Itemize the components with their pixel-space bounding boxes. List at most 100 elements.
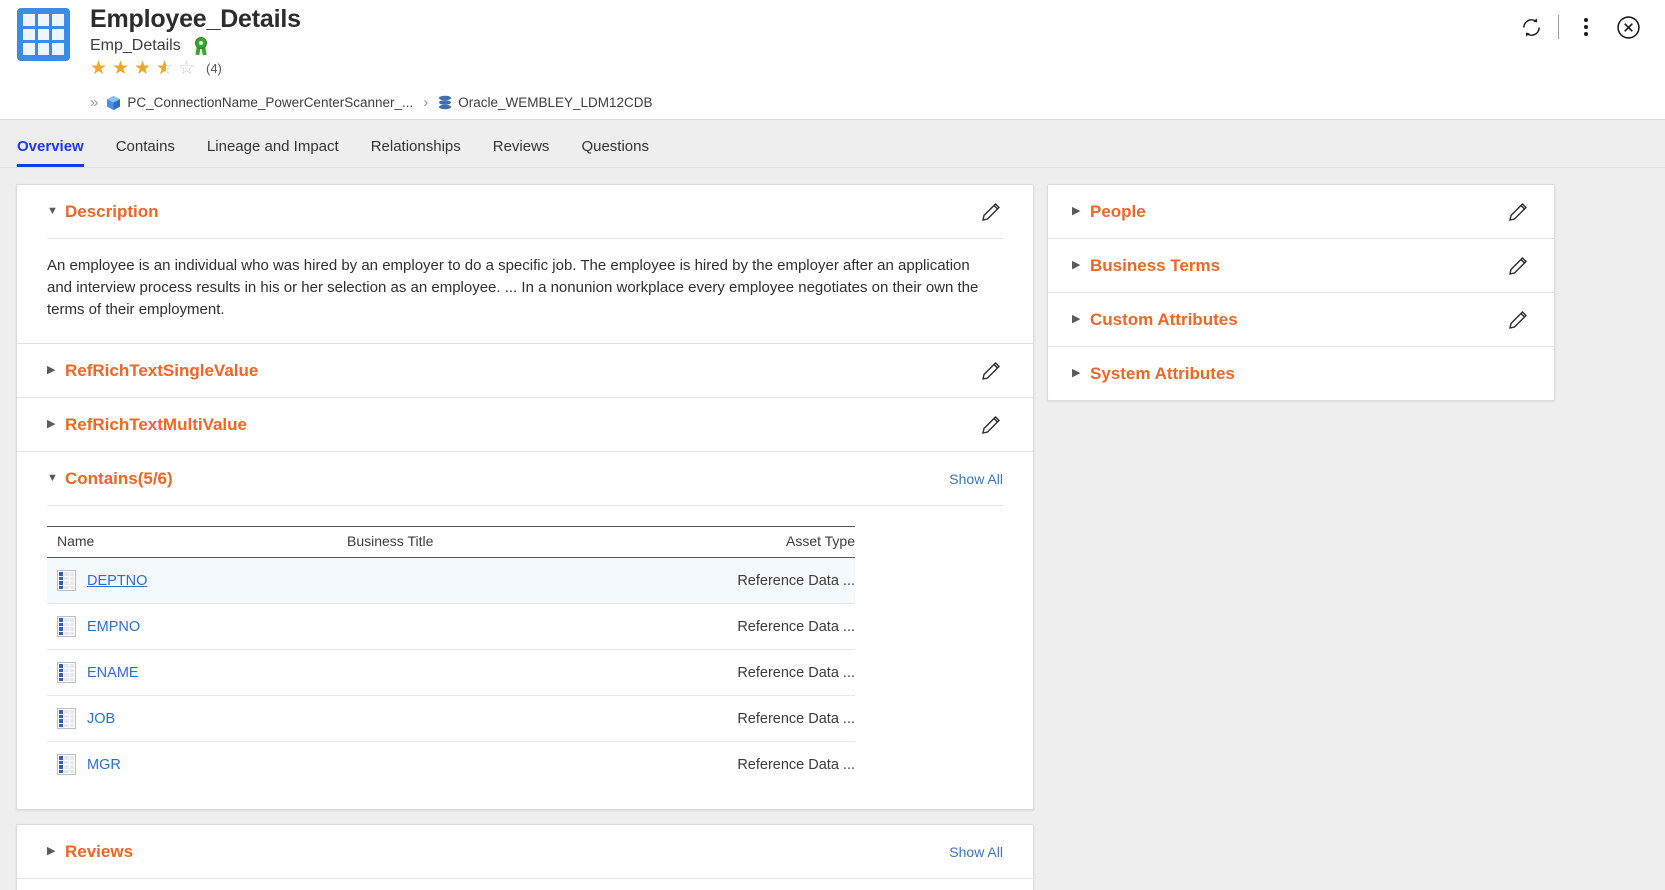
edit-people-icon[interactable] [1506,200,1530,224]
side-section-system-attributes-title[interactable]: System Attributes [1090,364,1235,384]
section-description-header[interactable]: ▼ Description [47,185,1003,238]
side-panel-card: ▶ People ▶ Business Terms ▶ Custom Attri… [1047,184,1555,401]
tab-lineage-and-impact[interactable]: Lineage and Impact [191,138,355,167]
cell-asset-type: Reference Data ... [717,649,855,696]
more-options-icon[interactable] [1565,8,1607,46]
side-section-business-terms-title[interactable]: Business Terms [1090,256,1220,276]
database-icon [438,95,452,111]
section-reviews-header[interactable]: ▶ Reviews Show All [47,825,1003,878]
asset-subtitle: Emp_Details [90,37,181,54]
side-section-people-header[interactable]: ▶ People [1072,185,1530,238]
page-body: ▼ Description An employee is an individu… [0,168,1665,890]
table-row[interactable]: DEPTNO Reference Data ... [47,557,855,604]
breadcrumb-item-connection[interactable]: PC_ConnectionName_PowerCenterScanner_... [106,95,413,111]
star-rating[interactable]: ★ ★ ★ ☆ ★ ☆ (4) [90,59,301,78]
side-section-system-attributes-header[interactable]: ▶ System Attributes [1072,347,1530,400]
side-section-people-title[interactable]: People [1090,202,1146,222]
reviews-questions-card: ▶ Reviews Show All ▶ Questions Show All [16,824,1034,890]
tab-contains[interactable]: Contains [100,138,191,167]
divider [1558,15,1559,39]
breadcrumb-label-connection: PC_ConnectionName_PowerCenterScanner_... [127,95,414,110]
table-row[interactable]: ENAME Reference Data ... [47,649,855,696]
column-icon [57,708,76,729]
side-panel: ▶ People ▶ Business Terms ▶ Custom Attri… [1047,184,1555,401]
section-questions-header[interactable]: ▶ Questions Show All [47,879,1003,890]
side-section-business-terms: ▶ Business Terms [1048,238,1554,292]
close-icon[interactable] [1607,8,1649,46]
section-questions: ▶ Questions Show All [17,878,1033,890]
chevron-down-icon[interactable]: ▼ [47,473,65,484]
main-column: ▼ Description An employee is an individu… [16,184,1034,890]
asset-link-ename[interactable]: ENAME [87,665,139,681]
title-block: Employee_Details Emp_Details ★ ★ ★ ☆ ★ ☆ … [90,4,301,78]
asset-link-job[interactable]: JOB [87,711,115,727]
column-icon [57,662,76,683]
side-section-business-terms-header[interactable]: ▶ Business Terms [1072,239,1530,292]
chevron-right-icon[interactable]: ▶ [1072,368,1090,379]
subtitle-row: Emp_Details [90,37,301,56]
column-header-asset-type[interactable]: Asset Type [717,526,855,558]
cell-asset-type: Reference Data ... [717,557,855,604]
cell-business-title [347,557,717,604]
chevron-right-icon[interactable]: ▶ [1072,260,1090,271]
tab-bar: Overview Contains Lineage and Impact Rel… [0,120,1665,168]
chevron-right-icon[interactable]: ▶ [47,419,65,430]
cube-icon [106,95,121,111]
star-icon-2[interactable]: ★ [112,59,132,78]
side-section-custom-attributes-header[interactable]: ▶ Custom Attributes [1072,293,1530,346]
table-grid-icon [17,8,70,61]
asset-link-deptno[interactable]: DEPTNO [87,573,147,589]
section-ref-multi-title[interactable]: RefRichTextMultiValue [65,415,247,435]
table-row[interactable]: EMPNO Reference Data ... [47,603,855,650]
asset-link-mgr[interactable]: MGR [87,757,121,773]
star-icon-1[interactable]: ★ [90,59,110,78]
chevron-right-icon[interactable]: ▶ [1072,314,1090,325]
tab-reviews[interactable]: Reviews [477,138,566,167]
asset-link-empno[interactable]: EMPNO [87,619,140,635]
cell-asset-type: Reference Data ... [717,603,855,650]
table-row[interactable]: MGR Reference Data ... [47,742,855,788]
edit-business-terms-icon[interactable] [1506,254,1530,278]
column-icon [57,616,76,637]
edit-description-icon[interactable] [979,200,1003,224]
tab-questions[interactable]: Questions [565,138,665,167]
refresh-icon[interactable] [1510,8,1552,46]
edit-ref-multi-icon[interactable] [979,413,1003,437]
contains-show-all-link[interactable]: Show All [949,471,1003,487]
section-reviews-title[interactable]: Reviews [65,842,133,862]
section-ref-multi-header[interactable]: ▶ RefRichTextMultiValue [47,398,1003,451]
page-header: Employee_Details Emp_Details ★ ★ ★ ☆ ★ ☆ … [0,0,1665,120]
star-icon-4[interactable]: ☆ ★ [156,59,176,78]
section-contains-title[interactable]: Contains(5/6) [65,469,173,489]
breadcrumb-item-database[interactable]: Oracle_WEMBLEY_LDM12CDB [438,95,653,111]
tab-overview[interactable]: Overview [17,138,100,167]
edit-ref-single-icon[interactable] [979,359,1003,383]
table-row[interactable]: JOB Reference Data ... [47,695,855,742]
section-description-title[interactable]: Description [65,202,159,222]
overview-card: ▼ Description An employee is an individu… [16,184,1034,810]
reviews-show-all-link[interactable]: Show All [949,844,1003,860]
column-header-name[interactable]: Name [47,526,347,558]
star-icon-3[interactable]: ★ [134,59,154,78]
chevron-right-icon[interactable]: ▶ [1072,206,1090,217]
section-description-body: An employee is an individual who was hir… [47,238,1003,343]
side-section-custom-attributes-title[interactable]: Custom Attributes [1090,310,1238,330]
column-header-business-title[interactable]: Business Title [347,526,717,558]
certification-ribbon-icon [193,37,209,56]
section-ref-rich-text-multi-value: ▶ RefRichTextMultiValue [17,397,1033,451]
section-ref-single-header[interactable]: ▶ RefRichTextSingleValue [47,344,1003,397]
section-contains-header[interactable]: ▼ Contains(5/6) Show All [47,452,1003,505]
star-icon-5[interactable]: ☆ [178,59,198,78]
chevron-down-icon[interactable]: ▼ [47,206,65,217]
edit-custom-attributes-icon[interactable] [1506,308,1530,332]
chevron-right-icon[interactable]: ▶ [47,365,65,376]
description-text: An employee is an individual who was hir… [47,257,979,318]
table-header-row: Name Business Title Asset Type [47,526,855,558]
chevron-right-icon[interactable]: ▶ [47,846,65,857]
side-section-system-attributes: ▶ System Attributes [1048,346,1554,400]
section-ref-single-title[interactable]: RefRichTextSingleValue [65,361,258,381]
tab-relationships[interactable]: Relationships [355,138,477,167]
section-ref-rich-text-single-value: ▶ RefRichTextSingleValue [17,343,1033,397]
section-reviews: ▶ Reviews Show All [17,825,1033,878]
breadcrumb-overflow-icon[interactable]: » [90,94,99,111]
